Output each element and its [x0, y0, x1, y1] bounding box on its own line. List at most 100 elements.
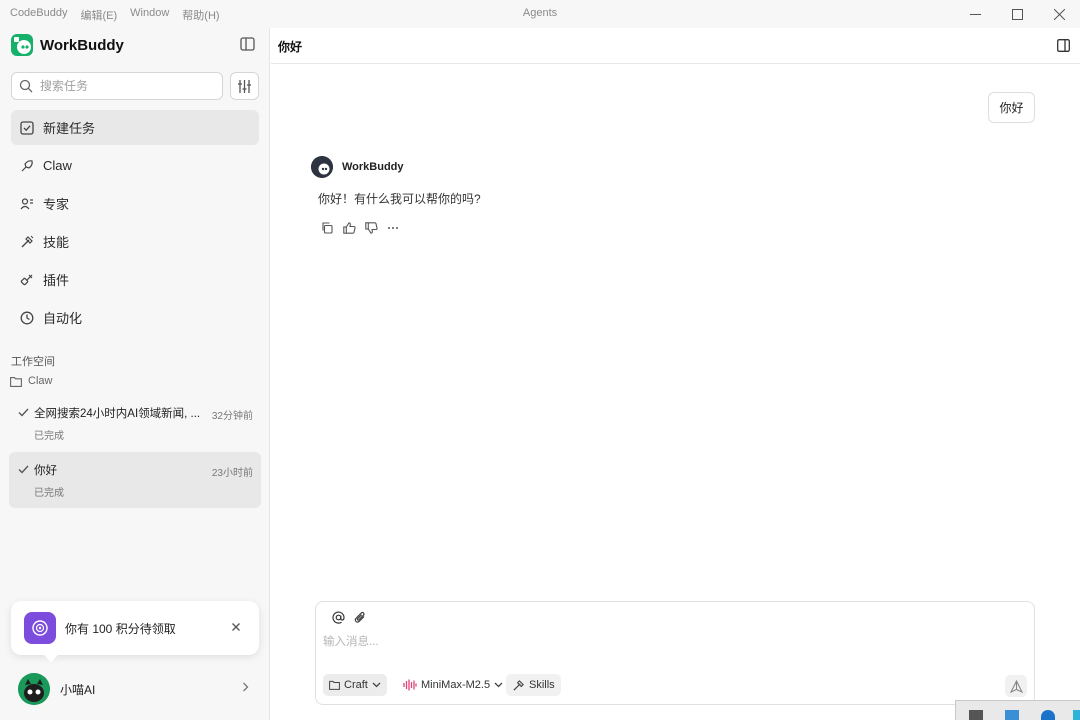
points-icon	[24, 612, 56, 644]
user-profile[interactable]: 小喵AI	[11, 669, 259, 709]
sidebar-toggle-icon	[240, 37, 255, 51]
copy-icon	[322, 222, 333, 234]
user-name: 小喵AI	[60, 682, 96, 697]
clock-icon	[20, 311, 34, 324]
expert-icon	[20, 197, 33, 209]
window-controls	[954, 0, 1080, 28]
task-status: 已完成	[34, 488, 64, 499]
claw-icon	[21, 159, 33, 171]
mode-label: Craft	[344, 679, 368, 691]
workspace-folder-name: Claw	[28, 375, 53, 387]
close-icon	[232, 623, 240, 631]
taskbar-app-icon[interactable]	[1073, 710, 1080, 720]
workspace-folder[interactable]: Claw	[10, 375, 52, 387]
new-task-icon	[20, 120, 34, 135]
model-label: MiniMax-M2.5	[421, 679, 491, 691]
nav-label: 专家	[43, 197, 70, 212]
bot-avatar	[311, 156, 333, 178]
more-icon	[388, 227, 398, 229]
paperclip-icon	[354, 611, 365, 623]
collapse-sidebar-button[interactable]	[240, 37, 258, 53]
taskbar-app-icon[interactable]	[969, 710, 983, 720]
minimize-icon	[969, 13, 981, 15]
mention-button[interactable]	[330, 609, 346, 625]
skills-icon	[513, 679, 524, 691]
nav-expert[interactable]: 专家	[11, 186, 259, 221]
model-waveform-icon	[403, 679, 417, 691]
hp-icon[interactable]	[1041, 710, 1055, 720]
sidebar: WorkBuddy 新建任务 Claw 专家 技能 插件	[0, 28, 270, 720]
avatar	[18, 673, 50, 705]
user-message-bubble: 你好	[988, 92, 1035, 123]
attach-button[interactable]	[352, 609, 368, 625]
points-notice-card[interactable]: 你有 100 积分待领取	[11, 601, 259, 662]
task-time: 23小时前	[211, 468, 253, 479]
main-header: 你好	[271, 28, 1080, 64]
thumbs-down-icon	[364, 222, 378, 234]
nav-skills[interactable]: 技能	[11, 224, 259, 259]
title-bar: CodeBuddy 编辑(E) Window 帮助(H) Agents	[0, 0, 1080, 28]
close-icon	[1053, 8, 1065, 20]
at-icon	[331, 611, 345, 624]
task-item-active[interactable]: 你好 23小时前 已完成	[9, 452, 261, 508]
task-title: 全网搜索24小时内AI领域新闻, ...	[34, 408, 201, 420]
send-icon	[1009, 679, 1023, 693]
brand-name: WorkBuddy	[40, 36, 124, 54]
points-notice-text: 你有 100 积分待领取	[65, 622, 176, 636]
filter-sliders-icon	[238, 79, 251, 93]
chevron-down-icon	[494, 682, 503, 688]
more-actions-button[interactable]	[386, 221, 400, 235]
check-icon	[18, 408, 29, 417]
taskbar-app-icon[interactable]	[1005, 710, 1019, 720]
bot-name: WorkBuddy	[342, 161, 404, 173]
points-close-button[interactable]	[229, 620, 243, 634]
search-box	[11, 72, 223, 100]
panel-right-icon	[1057, 39, 1070, 52]
taskbar	[955, 700, 1080, 720]
folder-icon	[10, 376, 22, 387]
skills-button[interactable]: Skills	[506, 674, 561, 696]
nav-label: Claw	[43, 158, 72, 173]
thumbs-up-icon	[342, 222, 356, 234]
workspace-section-label: 工作空间	[11, 356, 55, 368]
send-button[interactable]	[1005, 675, 1027, 697]
nav-automation[interactable]: 自动化	[11, 300, 259, 335]
minimize-button[interactable]	[954, 0, 996, 28]
task-title: 你好	[34, 465, 57, 477]
nav-plugins[interactable]: 插件	[11, 262, 259, 297]
check-icon	[18, 465, 29, 474]
chevron-down-icon	[372, 682, 381, 688]
workbuddy-logo-icon	[11, 34, 33, 56]
task-status: 已完成	[34, 431, 64, 442]
nav-new-task[interactable]: 新建任务	[11, 110, 259, 145]
model-selector[interactable]: MiniMax-M2.5	[397, 674, 509, 696]
message-input[interactable]	[323, 632, 1023, 652]
chevron-right-icon	[243, 682, 249, 692]
task-time: 32分钟前	[211, 411, 253, 422]
task-item[interactable]: 全网搜索24小时内AI领域新闻, ... 32分钟前 已完成	[9, 395, 261, 451]
folder-icon	[329, 680, 340, 690]
skills-label: Skills	[529, 679, 555, 691]
thumbs-down-button[interactable]	[364, 221, 378, 235]
message-actions	[320, 221, 400, 235]
mode-selector[interactable]: Craft	[323, 674, 387, 696]
plugin-icon	[20, 274, 33, 285]
nav-label: 自动化	[43, 311, 83, 326]
nav-label: 新建任务	[43, 121, 96, 136]
nav-claw[interactable]: Claw	[11, 148, 259, 183]
page-title: 你好	[278, 40, 303, 54]
search-input[interactable]	[40, 73, 218, 99]
copy-button[interactable]	[320, 221, 334, 235]
message-composer: Craft MiniMax-M2.5 Skills	[315, 601, 1035, 705]
nav-label: 技能	[43, 235, 70, 250]
bot-message: 你好！有什么我可以帮你的吗?	[318, 192, 481, 206]
skills-icon	[21, 235, 34, 247]
window-title: Agents	[522, 7, 558, 19]
thumbs-up-button[interactable]	[342, 221, 356, 235]
maximize-button[interactable]	[996, 0, 1038, 28]
maximize-icon	[1011, 8, 1023, 20]
nav-label: 插件	[43, 273, 70, 288]
close-window-button[interactable]	[1038, 0, 1080, 28]
filter-button[interactable]	[230, 72, 259, 100]
toggle-panel-button[interactable]	[1057, 39, 1070, 55]
